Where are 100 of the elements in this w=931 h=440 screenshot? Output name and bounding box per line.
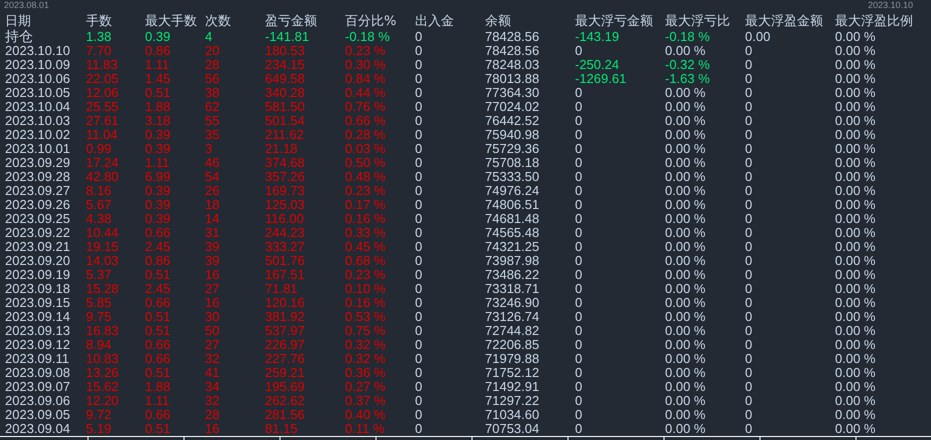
- table-cell: 0: [745, 296, 752, 310]
- table-cell: 74321.25: [485, 240, 540, 254]
- table-cell: 78428.56: [485, 30, 540, 44]
- table-cell: 0.00 %: [665, 296, 706, 310]
- table-cell: 0.00 %: [665, 352, 706, 366]
- table-cell: 0.00 %: [665, 394, 706, 408]
- table-cell: 9.72: [86, 408, 112, 422]
- table-cell: 0: [745, 408, 752, 422]
- table-cell: 0: [415, 422, 422, 436]
- table-cell: 27.61: [86, 114, 119, 128]
- table-cell: 0.00 %: [835, 100, 876, 114]
- table-cell: 1.45: [145, 72, 170, 86]
- table-cell: 0.00 %: [835, 142, 876, 156]
- column-header: 日期: [5, 14, 31, 30]
- table-cell: 0: [575, 310, 582, 324]
- table-cell: 16.83: [86, 324, 119, 338]
- table-cell: 0.66: [145, 296, 170, 310]
- table-cell: 38: [205, 86, 220, 100]
- table-cell: 19.15: [86, 240, 119, 254]
- table-cell: 75940.98: [485, 128, 540, 142]
- table-cell: 0.00 %: [665, 380, 706, 394]
- table-cell: 0: [575, 226, 582, 240]
- column-header: 最大浮盈比例: [835, 14, 913, 30]
- table-cell: 71492.91: [485, 380, 540, 394]
- table-cell: 74806.51: [485, 198, 540, 212]
- table-cell: 28: [205, 58, 220, 72]
- table-cell: 5.37: [86, 268, 112, 282]
- table-cell: 0.00 %: [835, 380, 876, 394]
- table-cell: 333.27: [265, 240, 305, 254]
- table-cell: 2023.09.27: [5, 184, 70, 198]
- table-cell: 0.76 %: [345, 100, 386, 114]
- table-cell: 71752.12: [485, 366, 540, 380]
- table-cell: 81.15: [265, 422, 298, 436]
- table-cell: 0.00 %: [835, 170, 876, 184]
- table-cell: 0: [415, 100, 422, 114]
- table-cell: 9.75: [86, 310, 112, 324]
- table-cell: 0: [745, 268, 752, 282]
- table-cell: 0: [415, 72, 422, 86]
- table-cell: 71979.88: [485, 352, 540, 366]
- table-cell: 73318.71: [485, 282, 540, 296]
- table-cell: 0: [415, 338, 422, 352]
- table-cell: 42.80: [86, 170, 119, 184]
- table-cell: 0.51: [145, 86, 170, 100]
- table-cell: 0.99: [86, 142, 112, 156]
- table-cell: 180.53: [265, 44, 305, 58]
- table-cell: 2023.10.05: [5, 86, 70, 100]
- table-cell: 0.86: [145, 254, 170, 268]
- table-cell: 2023.09.05: [5, 408, 70, 422]
- table-cell: 32: [205, 394, 220, 408]
- table-cell: 0: [575, 338, 582, 352]
- table-cell: 0: [575, 156, 582, 170]
- table-cell: 25.55: [86, 100, 119, 114]
- table-cell: 0.00 %: [665, 310, 706, 324]
- table-cell: 0: [745, 324, 752, 338]
- table-cell: 0: [745, 226, 752, 240]
- table-cell: 2023.09.25: [5, 212, 70, 226]
- table-cell: 1.38: [86, 30, 112, 44]
- table-cell: 22.05: [86, 72, 119, 86]
- table-cell: 4: [205, 30, 212, 44]
- table-cell: 70753.04: [485, 422, 540, 436]
- table-cell: 259.21: [265, 366, 305, 380]
- table-cell: 32: [205, 352, 220, 366]
- table-cell: 1.11: [145, 394, 170, 408]
- table-cell: 71297.22: [485, 394, 540, 408]
- table-cell: 41: [205, 366, 220, 380]
- table-cell: 0.39: [145, 142, 170, 156]
- table-cell: 0: [745, 366, 752, 380]
- table-cell: 2023.10.03: [5, 114, 70, 128]
- table-cell: 72744.82: [485, 324, 540, 338]
- table-cell: 0.00 %: [665, 422, 706, 436]
- table-cell: 21.18: [265, 142, 298, 156]
- table-cell: 2023.09.21: [5, 240, 70, 254]
- table-cell: 0: [415, 324, 422, 338]
- table-cell: 73126.74: [485, 310, 540, 324]
- table-cell: 0: [575, 352, 582, 366]
- table-cell: 0: [415, 282, 422, 296]
- table-cell: 5.67: [86, 198, 112, 212]
- table-cell: 0.37 %: [345, 394, 386, 408]
- table-cell: 0: [415, 184, 422, 198]
- table-cell: 227.76: [265, 352, 305, 366]
- table-cell: 2023.09.11: [5, 352, 70, 366]
- table-cell: 0.36 %: [345, 366, 386, 380]
- table-cell: 0.66: [145, 226, 170, 240]
- table-cell: 0: [415, 254, 422, 268]
- table-cell: 78428.56: [485, 44, 540, 58]
- table-cell: 0: [415, 170, 422, 184]
- table-cell: 226.97: [265, 338, 305, 352]
- table-cell: 0.51: [145, 366, 170, 380]
- table-cell: 0.48 %: [345, 170, 386, 184]
- table-cell: 0: [575, 366, 582, 380]
- table-cell: 46: [205, 156, 220, 170]
- table-cell: 0: [415, 268, 422, 282]
- table-cell: 0: [575, 100, 582, 114]
- table-cell: 0: [415, 226, 422, 240]
- column-header: 出入金: [415, 14, 454, 30]
- table-cell: 0: [575, 324, 582, 338]
- table-cell: 0.00 %: [665, 86, 706, 100]
- table-cell: 0.00 %: [835, 422, 876, 436]
- table-cell: 2023.10.02: [5, 128, 70, 142]
- table-cell: 0.00 %: [835, 114, 876, 128]
